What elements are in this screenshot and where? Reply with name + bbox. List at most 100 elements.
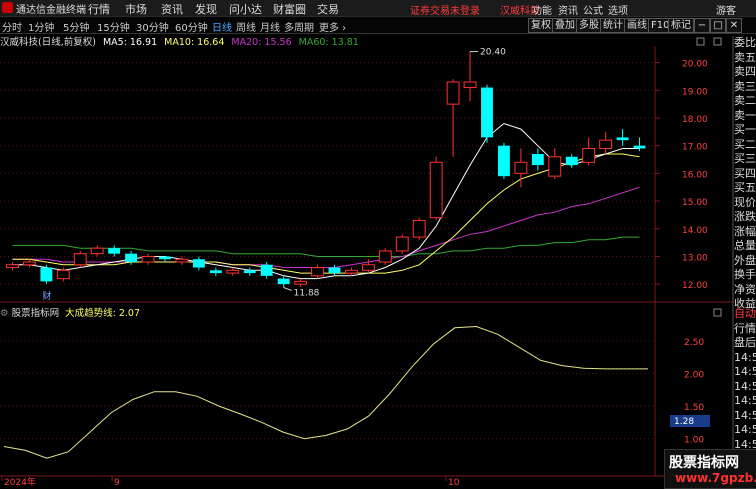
side-panel-item[interactable]: 换手 bbox=[734, 268, 756, 283]
candle-body bbox=[175, 258, 189, 263]
side-panel-item[interactable]: 买三 bbox=[734, 152, 756, 167]
candle-body bbox=[395, 236, 409, 252]
candle bbox=[294, 278, 308, 287]
price-tick-label: 17.00 bbox=[682, 143, 708, 153]
candle bbox=[582, 137, 596, 166]
candle bbox=[463, 51, 477, 102]
candle-body bbox=[344, 269, 358, 274]
candle bbox=[209, 267, 222, 276]
low-label: 11.88 bbox=[294, 288, 320, 298]
candle-body bbox=[56, 269, 70, 280]
side-panel-item[interactable]: 买二 bbox=[734, 138, 756, 153]
side-panel-item[interactable]: 涨幅 bbox=[734, 225, 756, 240]
candle-body bbox=[378, 250, 392, 263]
candle bbox=[395, 234, 409, 254]
candle-body bbox=[192, 259, 205, 268]
candle-body bbox=[40, 267, 53, 282]
price-tick-label: 14.00 bbox=[682, 226, 708, 236]
candle bbox=[311, 264, 324, 279]
candle-body bbox=[226, 269, 240, 274]
cursor-value: 1.28 bbox=[674, 417, 694, 427]
price-tick-label: 12.00 bbox=[682, 281, 708, 291]
side-bottom-item[interactable]: 自动 bbox=[734, 307, 756, 322]
side-bottom-item[interactable]: 14:56 bbox=[734, 365, 756, 380]
candle-body bbox=[412, 219, 426, 238]
candle-body bbox=[463, 81, 477, 89]
price-tick-label: 15.00 bbox=[682, 198, 708, 208]
candle-body bbox=[531, 154, 544, 166]
high-label: 20.40 bbox=[480, 48, 506, 58]
candle-body bbox=[498, 145, 510, 177]
side-panel-item[interactable]: 涨跌 bbox=[734, 210, 756, 225]
price-tick-label: 19.00 bbox=[682, 87, 708, 97]
candle bbox=[277, 275, 290, 288]
side-panel-item[interactable]: 卖四 bbox=[734, 65, 756, 80]
side-bottom-item[interactable]: 14:56 bbox=[734, 351, 756, 366]
side-bottom-item[interactable]: 14:56 bbox=[734, 380, 756, 395]
side-panel-item[interactable]: 卖三 bbox=[734, 80, 756, 95]
price-tick-label: 13.00 bbox=[682, 253, 708, 263]
candle bbox=[243, 267, 256, 276]
candle-body bbox=[514, 161, 528, 174]
side-panel-item[interactable]: 委比 bbox=[734, 36, 756, 51]
candle bbox=[616, 129, 629, 146]
candle-body bbox=[633, 145, 646, 149]
price-tick-label: 16.00 bbox=[682, 170, 708, 180]
side-panel-item[interactable]: 现价 bbox=[734, 196, 756, 211]
indicator-tick-label: 2.50 bbox=[684, 338, 704, 348]
candle bbox=[108, 245, 121, 257]
candle-body bbox=[22, 261, 36, 266]
side-bottom-item[interactable]: 行情 bbox=[734, 322, 756, 337]
side-bottom-item[interactable]: 盘后 bbox=[734, 336, 756, 351]
candle-body bbox=[73, 253, 87, 266]
candle-body bbox=[159, 256, 171, 260]
candle-body bbox=[141, 255, 155, 263]
site-watermark: 股票指标网 www.7gpzb.com bbox=[664, 449, 756, 489]
candle-body bbox=[90, 247, 104, 255]
candle-body bbox=[294, 280, 308, 285]
candle bbox=[175, 256, 189, 265]
candle-body bbox=[328, 267, 341, 274]
candle-body bbox=[429, 161, 443, 219]
price-tick-label: 18.00 bbox=[682, 115, 708, 125]
candle bbox=[22, 259, 36, 268]
ma20-line bbox=[12, 186, 640, 268]
finance-marker: 财 bbox=[42, 290, 51, 302]
low-marker-line bbox=[283, 287, 292, 291]
candle bbox=[498, 142, 510, 179]
watermark-title: 股票指标网 bbox=[669, 455, 739, 471]
side-panel-item[interactable]: 买一 bbox=[734, 123, 756, 138]
indicator-options-icon bbox=[713, 308, 722, 317]
candle bbox=[6, 262, 19, 271]
side-panel-item[interactable]: 卖二 bbox=[734, 94, 756, 109]
candle bbox=[40, 264, 53, 285]
candle bbox=[481, 84, 493, 143]
candle-body bbox=[108, 248, 121, 254]
candle bbox=[531, 148, 544, 171]
candle bbox=[159, 256, 171, 262]
candle-body bbox=[599, 139, 613, 149]
candle-body bbox=[209, 270, 222, 274]
side-panel-item[interactable]: 卖五 bbox=[734, 51, 756, 66]
candle-body bbox=[582, 147, 596, 163]
candle bbox=[378, 248, 392, 265]
side-bottom-item[interactable]: 14:56 bbox=[734, 394, 756, 409]
side-panel-item[interactable]: 买五 bbox=[734, 181, 756, 196]
side-panel-item[interactable]: 买四 bbox=[734, 167, 756, 182]
date-label: 9 bbox=[114, 478, 120, 487]
candle-body bbox=[565, 156, 578, 166]
candle-body bbox=[446, 81, 460, 105]
side-panel-item[interactable]: 卖一 bbox=[734, 109, 756, 124]
panel-settings-icon bbox=[713, 37, 722, 46]
candle bbox=[141, 253, 155, 265]
side-panel-item[interactable]: 总量 bbox=[734, 239, 756, 254]
side-bottom-item[interactable]: 14:56 bbox=[734, 409, 756, 424]
side-bottom-item[interactable]: 14:56 bbox=[734, 423, 756, 438]
watermark-url: www.7gpzb.com bbox=[675, 471, 756, 485]
chart-area[interactable]: 20.00 19.00 18.00 17.00 16.00 15.00 14.00 13.00… bbox=[0, 0, 734, 487]
candle-body bbox=[6, 264, 19, 269]
ma60-line bbox=[12, 236, 640, 257]
side-panel-item[interactable]: 外盘 bbox=[734, 254, 756, 269]
side-panel-item[interactable]: 净资 bbox=[734, 283, 756, 298]
price-tick-label: 20.00 bbox=[682, 60, 708, 70]
